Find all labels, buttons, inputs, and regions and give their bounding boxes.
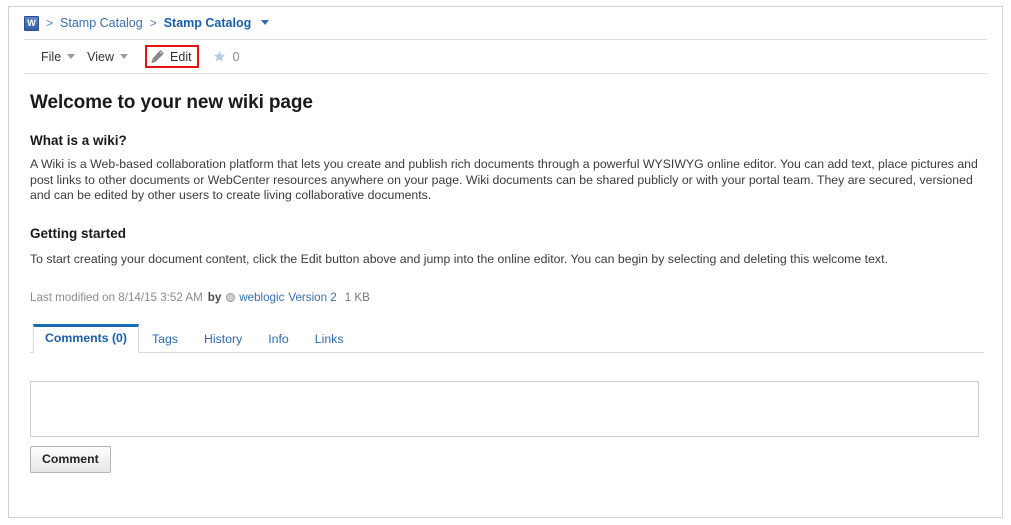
last-modified-info: Last modified on 8/14/15 3:52 AM by webl… (30, 291, 984, 304)
wiki-page-icon: W (24, 15, 39, 31)
menu-view[interactable]: View (83, 47, 136, 67)
chevron-down-icon (67, 54, 76, 59)
toolbar: File View Edit 0 (9, 40, 1002, 73)
menu-view-label: View (87, 49, 115, 64)
chevron-down-icon[interactable] (261, 20, 270, 25)
last-modified-timestamp: Last modified on 8/14/15 3:52 AM (30, 291, 203, 304)
edit-button[interactable]: Edit (145, 45, 199, 68)
document-size: 1 KB (344, 291, 370, 304)
section-heading-what-is-a-wiki: What is a wiki? (30, 133, 127, 148)
breadcrumb-separator-1: > (46, 16, 54, 30)
breadcrumb-separator-2: > (149, 16, 157, 30)
menu-file-label: File (41, 49, 62, 64)
wiki-page-screenshot: W > Stamp Catalog > Stamp Catalog File V… (0, 0, 1011, 525)
chevron-down-icon (120, 54, 129, 59)
document-version-link[interactable]: Version 2 (288, 291, 336, 304)
tab-comments[interactable]: Comments (0) (33, 324, 139, 353)
page-frame: W > Stamp Catalog > Stamp Catalog File V… (8, 6, 1003, 518)
section-body-getting-started: To start creating your document content,… (30, 251, 888, 266)
page-title: Welcome to your new wiki page (30, 92, 313, 113)
comment-submit-button[interactable]: Comment (30, 446, 111, 473)
detail-tabs: Comments (0) Tags History Info Links (30, 324, 984, 353)
breadcrumb-item-stamp-catalog-root[interactable]: Stamp Catalog (60, 16, 143, 30)
tab-info[interactable]: Info (255, 326, 302, 353)
section-body-what-is-a-wiki: A Wiki is a Web-based collaboration plat… (30, 157, 978, 202)
edit-button-label: Edit (170, 49, 192, 64)
breadcrumb-item-stamp-catalog-current[interactable]: Stamp Catalog (164, 16, 252, 30)
toolbar-divider (24, 73, 987, 74)
star-icon (213, 50, 225, 62)
favorite-star-control[interactable]: 0 (213, 50, 240, 64)
presence-indicator-icon[interactable] (226, 293, 236, 302)
page-content: Welcome to your new wiki page What is a … (9, 92, 1002, 353)
last-modified-by-label: by (207, 291, 222, 304)
menu-file[interactable]: File (37, 47, 83, 67)
favorite-count: 0 (232, 49, 240, 64)
breadcrumb: W > Stamp Catalog > Stamp Catalog (9, 7, 1002, 39)
section-heading-getting-started: Getting started (30, 225, 127, 241)
comment-input[interactable] (30, 381, 979, 437)
comments-panel: Comment (9, 381, 1002, 473)
last-modified-user-link[interactable]: weblogic (239, 291, 284, 304)
tab-links[interactable]: Links (302, 326, 357, 353)
pencil-icon (151, 49, 164, 64)
tab-tags[interactable]: Tags (139, 326, 191, 353)
tab-history[interactable]: History (191, 326, 255, 353)
